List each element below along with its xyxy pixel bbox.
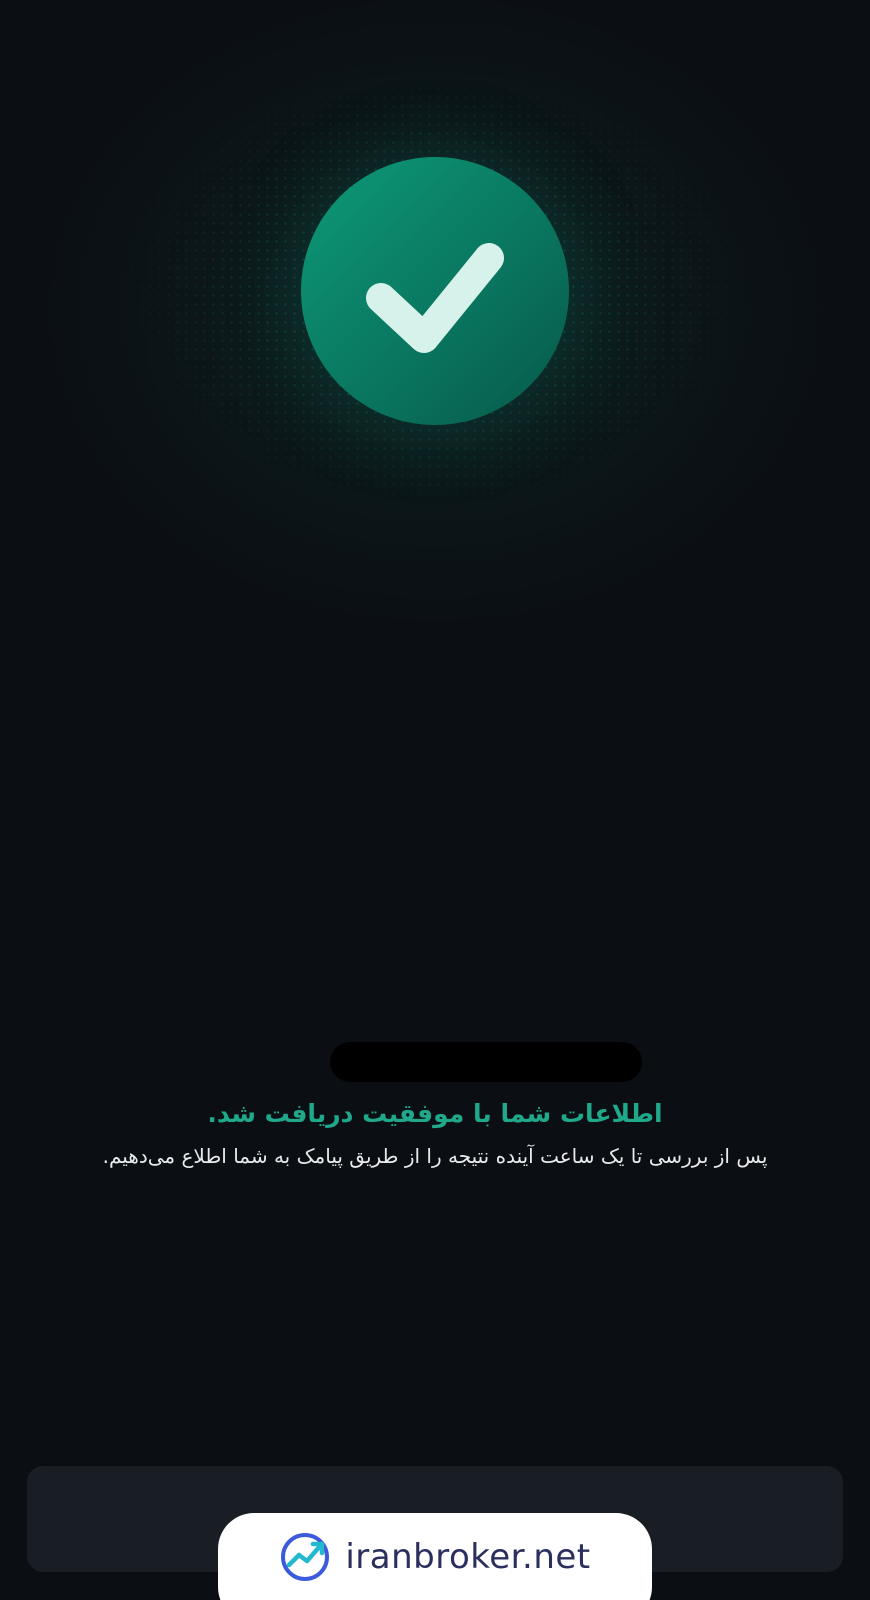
success-message: اطلاعات شما با موفقیت دریافت شد. <box>207 1099 663 1128</box>
watermark-badge: iranbroker.net <box>218 1513 652 1600</box>
check-icon <box>366 243 504 353</box>
trend-logo-icon <box>281 1533 330 1581</box>
watermark-text: iranbroker.net <box>345 1537 591 1577</box>
redacted-name <box>330 1042 642 1082</box>
success-screen: عزیز اطلاعات شما با موفقیت دریافت شد. پس… <box>0 0 870 1600</box>
description-text: پس از بررسی تا یک ساعت آینده نتیجه را از… <box>102 1144 768 1168</box>
success-badge <box>301 157 569 425</box>
